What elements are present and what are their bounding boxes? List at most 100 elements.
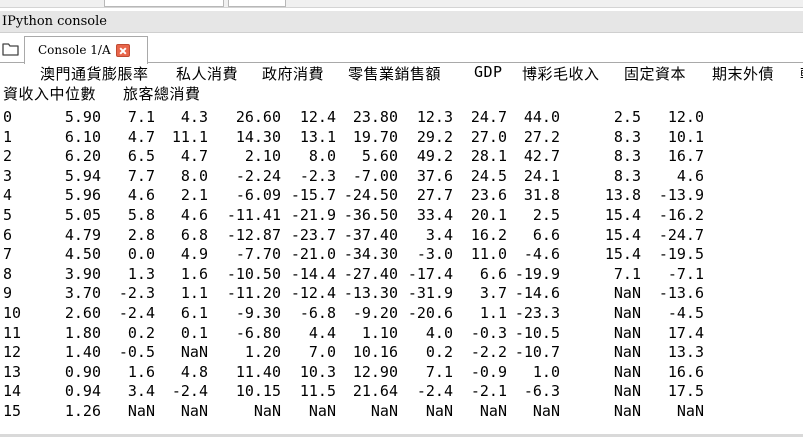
table-cell: 37.6 [416, 166, 453, 185]
table-cell: 11.1 [171, 127, 208, 146]
table-cell: 7.0 [308, 343, 336, 362]
table-cell: 20.1 [470, 206, 507, 224]
toolbar-field[interactable] [104, 0, 224, 7]
table-cell: 4.50 [64, 245, 101, 264]
table-cell: -13.30 [343, 284, 398, 303]
table-cell: 5.60 [361, 147, 398, 166]
table-cell: 6.20 [64, 147, 101, 166]
table-cell: 0.2 [425, 343, 453, 362]
column-header: 零售業銷售額 [348, 65, 442, 83]
table-cell: 11.0 [470, 245, 507, 264]
table-cell: 8.0 [180, 166, 208, 185]
table-cell: 0.0 [127, 245, 155, 264]
console-tab-bar: Console 1/A [0, 34, 803, 64]
table-cell: -4.5 [667, 304, 704, 322]
table-cell: 17.5 [667, 382, 704, 401]
table-cell: 8.3 [613, 166, 641, 185]
table-cell: 12.0 [667, 108, 704, 126]
table-cell: 5.96 [64, 186, 101, 205]
table-cell: -14.4 [290, 264, 336, 283]
table-cell: 3.70 [64, 284, 101, 303]
table-cell: 1.3 [127, 264, 155, 283]
row-index: 0 [3, 108, 13, 126]
table-row: 14 0.94 3.4 -2.4 10.15 11.5 21.64 -2.4 -2.1 -6.3 N… [0, 382, 803, 402]
table-cell: 2.1 [180, 186, 208, 205]
table-cell: NaN [613, 284, 641, 303]
table-cell: NaN [180, 402, 208, 420]
row-index: 9 [3, 284, 13, 303]
row-index: 3 [3, 166, 13, 185]
table-cell: -24.50 [343, 186, 398, 205]
table-cell: -9.20 [352, 304, 398, 322]
table-cell: 3.4 [425, 225, 453, 244]
table-cell: -23.3 [514, 304, 560, 322]
table-cell: -14.6 [514, 284, 560, 303]
table-cell: 1.1 [180, 284, 208, 303]
table-cell: 4.0 [425, 323, 453, 342]
table-cell: NaN [127, 402, 155, 420]
table-cell: NaN [613, 304, 641, 322]
table-cell: 5.94 [64, 166, 101, 185]
table-cell: 1.6 [127, 362, 155, 381]
table-cell: 6.5 [127, 147, 155, 166]
table-cell: 42.7 [523, 147, 560, 166]
table-cell: 0.94 [64, 382, 101, 401]
table-row: 9 3.70 -2.3 1.1 -11.20 -12.4 -13.30 -31.9 3.7 -14… [0, 284, 803, 304]
row-index: 13 [3, 362, 22, 381]
column-header: 博彩毛收入 [522, 65, 600, 83]
table-cell: 3.4 [127, 382, 155, 401]
toolbar-button[interactable] [228, 0, 286, 7]
table-cell: -7.00 [352, 166, 398, 185]
table-cell: 2.8 [127, 225, 155, 244]
table-cell: -13.6 [658, 284, 704, 303]
table-row: 6 4.79 2.8 6.8 -12.87 -23.7 -37.40 3.4 16.2 6.6 15… [0, 226, 803, 246]
table-row: 1 6.10 4.7 11.1 14.30 13.1 19.70 29.2 27.0 27.2 8.… [0, 128, 803, 148]
table-cell: 4.8 [180, 362, 208, 381]
row-index: 1 [3, 127, 13, 146]
folder-icon[interactable] [2, 41, 20, 57]
table-cell: -12.87 [226, 225, 281, 244]
table-cell: -2.2 [470, 343, 507, 362]
table-cell: 1.1 [479, 304, 507, 322]
table-cell: 6.6 [532, 225, 560, 244]
table-row: 7 4.50 0.0 4.9 -7.70 -21.0 -34.30 -3.0 11.0 -4.6 1… [0, 245, 803, 265]
console-output[interactable]: 澳門通貨膨脹率私人消費政府消費零售業銷售額GDP博彩毛收入固定資本期末外債輸 資… [0, 63, 803, 437]
table-cell: NaN [676, 402, 704, 420]
table-cell: -10.7 [514, 343, 560, 362]
table-cell: 1.26 [64, 402, 101, 420]
table-cell: 15.4 [604, 245, 641, 264]
column-header: 期末外債 [712, 65, 775, 83]
table-cell: -11.41 [226, 206, 281, 224]
table-cell: 4.7 [180, 147, 208, 166]
table-cell: -7.70 [235, 245, 281, 264]
table-cell: 16.6 [667, 362, 704, 381]
table-cell: NaN [613, 382, 641, 401]
table-cell: 4.4 [308, 323, 336, 342]
table-cell: NaN [613, 362, 641, 381]
table-cell: 27.2 [523, 127, 560, 146]
table-cell: 10.3 [299, 362, 336, 381]
row-index: 15 [3, 402, 22, 420]
table-cell: NaN [613, 343, 641, 362]
table-cell: 3.7 [479, 284, 507, 303]
table-cell: -12.4 [290, 284, 336, 303]
column-header: 固定資本 [624, 65, 687, 83]
table-cell: NaN [425, 402, 453, 420]
row-index: 14 [3, 382, 22, 401]
table-cell: 7.1 [613, 264, 641, 283]
pane-title-bar: IPython console [0, 11, 803, 33]
table-cell: 7.1 [127, 108, 155, 126]
table-cell: -16.2 [658, 206, 704, 224]
table-cell: 27.7 [416, 186, 453, 205]
close-icon[interactable] [116, 44, 130, 57]
table-cell: -10.50 [226, 264, 281, 283]
table-cell: -6.3 [523, 382, 560, 401]
table-row: 12 1.40 -0.5 NaN 1.20 7.0 10.16 0.2 -2.2 -10.7 NaN… [0, 343, 803, 363]
table-cell: 0.90 [64, 362, 101, 381]
table-cell: -2.1 [470, 382, 507, 401]
table-row: 15 1.26 NaN NaN NaN NaN NaN NaN NaN NaN NaN NaN [0, 402, 803, 422]
table-cell: 23.80 [352, 108, 398, 126]
tab-console-1a[interactable]: Console 1/A [24, 36, 148, 64]
table-cell: 28.1 [470, 147, 507, 166]
column-header: GDP [474, 63, 503, 81]
